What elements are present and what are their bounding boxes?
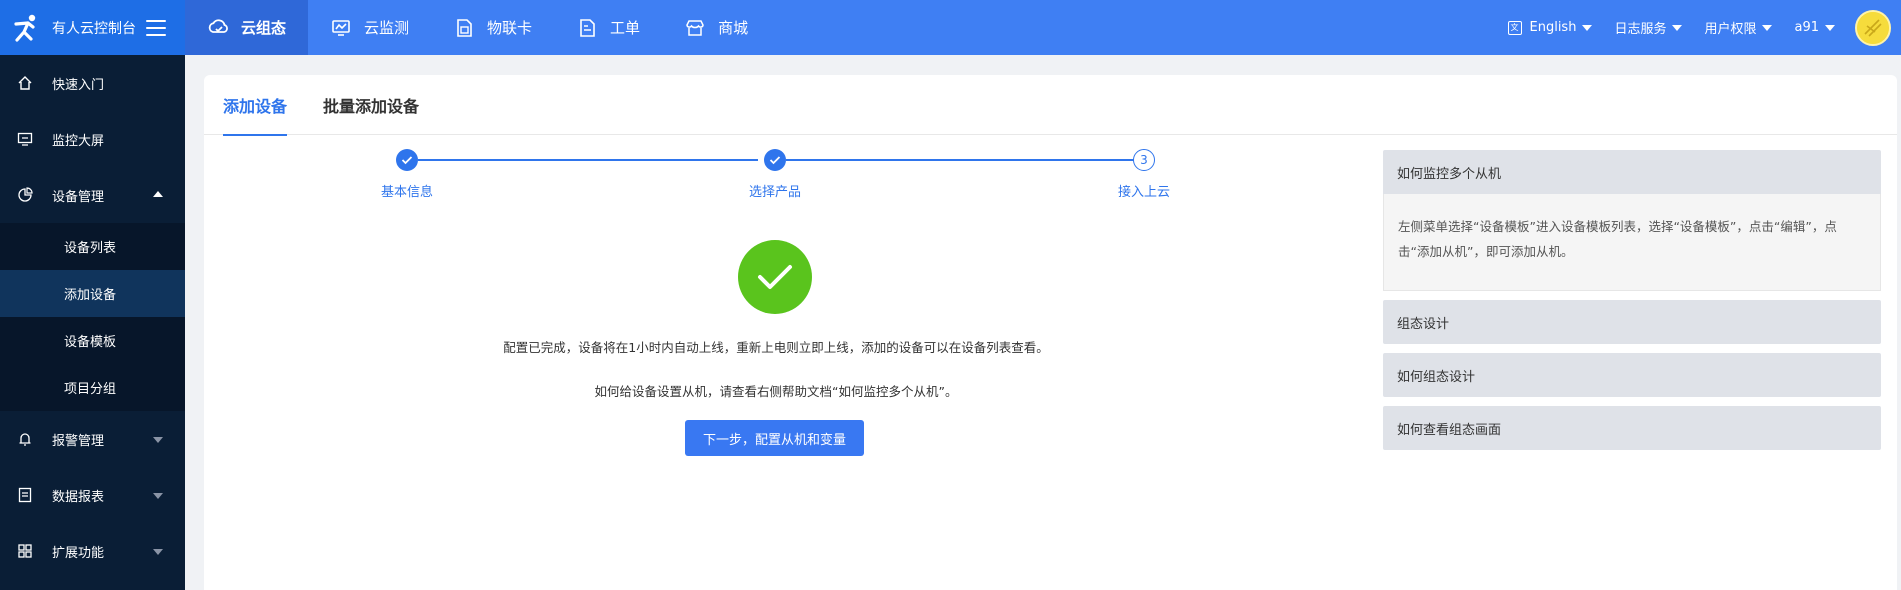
help-item-view-scada: 如何查看组态画面 bbox=[1383, 406, 1881, 450]
step-number: 3 bbox=[1133, 149, 1155, 171]
sidebar-item-monitor-screen[interactable]: 监控大屏 bbox=[0, 111, 185, 167]
sidebar-item-extensions[interactable]: 扩展功能 bbox=[0, 523, 185, 579]
chevron-up-icon bbox=[153, 191, 163, 197]
logo-icon bbox=[12, 14, 40, 42]
logo-area: 有人云控制台 bbox=[0, 0, 185, 55]
top-nav: 云组态 云监测 物联卡 工单 商城 bbox=[185, 0, 770, 55]
topnav-label: 工单 bbox=[610, 19, 641, 37]
log-service-label: 日志服务 bbox=[1614, 22, 1667, 37]
slave-hint-message: 如何给设备设置从机，请查看右侧帮助文档“如何监控多个从机”。 bbox=[594, 384, 958, 399]
top-right-menu: 文 English 日志服务 用户权限 a91 bbox=[1486, 0, 1901, 55]
step-check-icon bbox=[764, 149, 786, 171]
sim-card-icon bbox=[453, 17, 475, 39]
help-item-how-scada-design: 如何组态设计 bbox=[1383, 353, 1881, 397]
sidebar-item-label: 设备管理 bbox=[52, 189, 105, 205]
caret-down-icon bbox=[1825, 24, 1835, 31]
help-item-title[interactable]: 如何组态设计 bbox=[1383, 353, 1881, 397]
menu-toggle-icon[interactable] bbox=[146, 19, 166, 36]
topnav-shop[interactable]: 商城 bbox=[662, 0, 770, 55]
caret-down-icon bbox=[1672, 24, 1683, 31]
sidebar-item-label: 监控大屏 bbox=[52, 133, 105, 149]
sidebar-item-label: 扩展功能 bbox=[52, 545, 105, 561]
cloud-icon bbox=[207, 17, 229, 39]
screen-icon bbox=[16, 130, 34, 148]
bell-icon bbox=[16, 430, 34, 448]
sidebar-sub-project-group[interactable]: 项目分组 bbox=[0, 364, 185, 411]
chevron-down-icon bbox=[153, 437, 163, 443]
help-item-body: 左侧菜单选择“设备模板”进入设备模板列表，选择“设备模板”，点击“编辑”，点击“… bbox=[1383, 194, 1881, 291]
caret-down-icon bbox=[1762, 24, 1773, 31]
top-bar: 有人云控制台 云组态 云监测 物联卡 工单 商城 文 English 日志服务 … bbox=[0, 0, 1901, 55]
step-label-cloud-access: 接入上云 bbox=[1117, 185, 1171, 200]
language-selector[interactable]: 文 English bbox=[1507, 20, 1593, 35]
step-check-icon bbox=[396, 149, 418, 171]
sidebar-item-label: 快速入门 bbox=[52, 77, 105, 93]
chevron-down-icon bbox=[153, 493, 163, 499]
sidebar: 快速入门 监控大屏 设备管理 设备列表 添加设备 设备模板 项目分组 报警管理 … bbox=[0, 55, 185, 590]
tab-bar: 添加设备 批量添加设备 bbox=[204, 75, 1897, 136]
ticket-icon bbox=[576, 17, 598, 39]
tab-add-device[interactable]: 添加设备 bbox=[223, 75, 288, 136]
sidebar-sub-add-device[interactable]: 添加设备 bbox=[0, 270, 185, 317]
sidebar-sub-device-template[interactable]: 设备模板 bbox=[0, 317, 185, 364]
topnav-ticket[interactable]: 工单 bbox=[554, 0, 662, 55]
sidebar-item-quick-start[interactable]: 快速入门 bbox=[0, 55, 185, 111]
monitor-chart-icon bbox=[330, 17, 352, 39]
language-label: English bbox=[1529, 20, 1577, 35]
topnav-label: 物联卡 bbox=[487, 19, 533, 37]
grid-icon bbox=[16, 542, 34, 560]
chevron-down-icon bbox=[153, 549, 163, 555]
topnav-label: 商城 bbox=[718, 19, 749, 37]
next-step-button[interactable]: 下一步，配置从机和变量 bbox=[685, 420, 865, 456]
help-panel: 如何监控多个从机 左侧菜单选择“设备模板”进入设备模板列表，选择“设备模板”，点… bbox=[1383, 150, 1881, 459]
log-service-menu[interactable]: 日志服务 bbox=[1614, 18, 1683, 37]
topnav-cloud-monitor[interactable]: 云监测 bbox=[308, 0, 431, 55]
sidebar-sub-device-list[interactable]: 设备列表 bbox=[0, 223, 185, 270]
success-check-icon bbox=[738, 240, 812, 314]
app-title: 有人云控制台 bbox=[52, 20, 136, 37]
sidebar-item-device-management[interactable]: 设备管理 bbox=[0, 167, 185, 223]
help-item-scada-design: 组态设计 bbox=[1383, 300, 1881, 344]
translate-icon: 文 bbox=[1507, 20, 1522, 35]
user-permissions-label: 用户权限 bbox=[1704, 22, 1757, 37]
sidebar-item-data-report[interactable]: 数据报表 bbox=[0, 467, 185, 523]
sidebar-item-alarm-management[interactable]: 报警管理 bbox=[0, 411, 185, 467]
topnav-label: 云组态 bbox=[241, 19, 287, 37]
user-menu[interactable]: a91 bbox=[1794, 20, 1835, 35]
help-item-title[interactable]: 如何查看组态画面 bbox=[1383, 406, 1881, 450]
help-item-title[interactable]: 组态设计 bbox=[1383, 300, 1881, 344]
completion-message: 配置已完成，设备将在1小时内自动上线，重新上电则立即上线，添加的设备可以在设备列… bbox=[503, 340, 1049, 355]
home-icon bbox=[16, 74, 34, 92]
shop-icon bbox=[684, 17, 706, 39]
help-item-monitor-slaves: 如何监控多个从机 左侧菜单选择“设备模板”进入设备模板列表，选择“设备模板”，点… bbox=[1383, 150, 1881, 291]
step-line bbox=[418, 159, 758, 161]
topnav-iot-card[interactable]: 物联卡 bbox=[431, 0, 554, 55]
help-item-title[interactable]: 如何监控多个从机 bbox=[1383, 150, 1881, 194]
topnav-cloud-scada[interactable]: 云组态 bbox=[185, 0, 309, 55]
tab-batch-add-device[interactable]: 批量添加设备 bbox=[323, 75, 419, 135]
step-line bbox=[786, 159, 1142, 161]
report-icon bbox=[16, 486, 34, 504]
user-permissions-menu[interactable]: 用户权限 bbox=[1704, 18, 1773, 37]
sidebar-item-label: 数据报表 bbox=[52, 489, 105, 505]
username-label: a91 bbox=[1794, 20, 1819, 35]
avatar[interactable] bbox=[1855, 9, 1891, 46]
sidebar-item-label: 报警管理 bbox=[52, 433, 105, 449]
step-label-basic-info: 基本信息 bbox=[380, 185, 434, 200]
topnav-label: 云监测 bbox=[364, 19, 410, 37]
device-icon bbox=[16, 186, 34, 204]
step-label-select-product: 选择产品 bbox=[748, 185, 802, 200]
caret-down-icon bbox=[1582, 24, 1593, 31]
